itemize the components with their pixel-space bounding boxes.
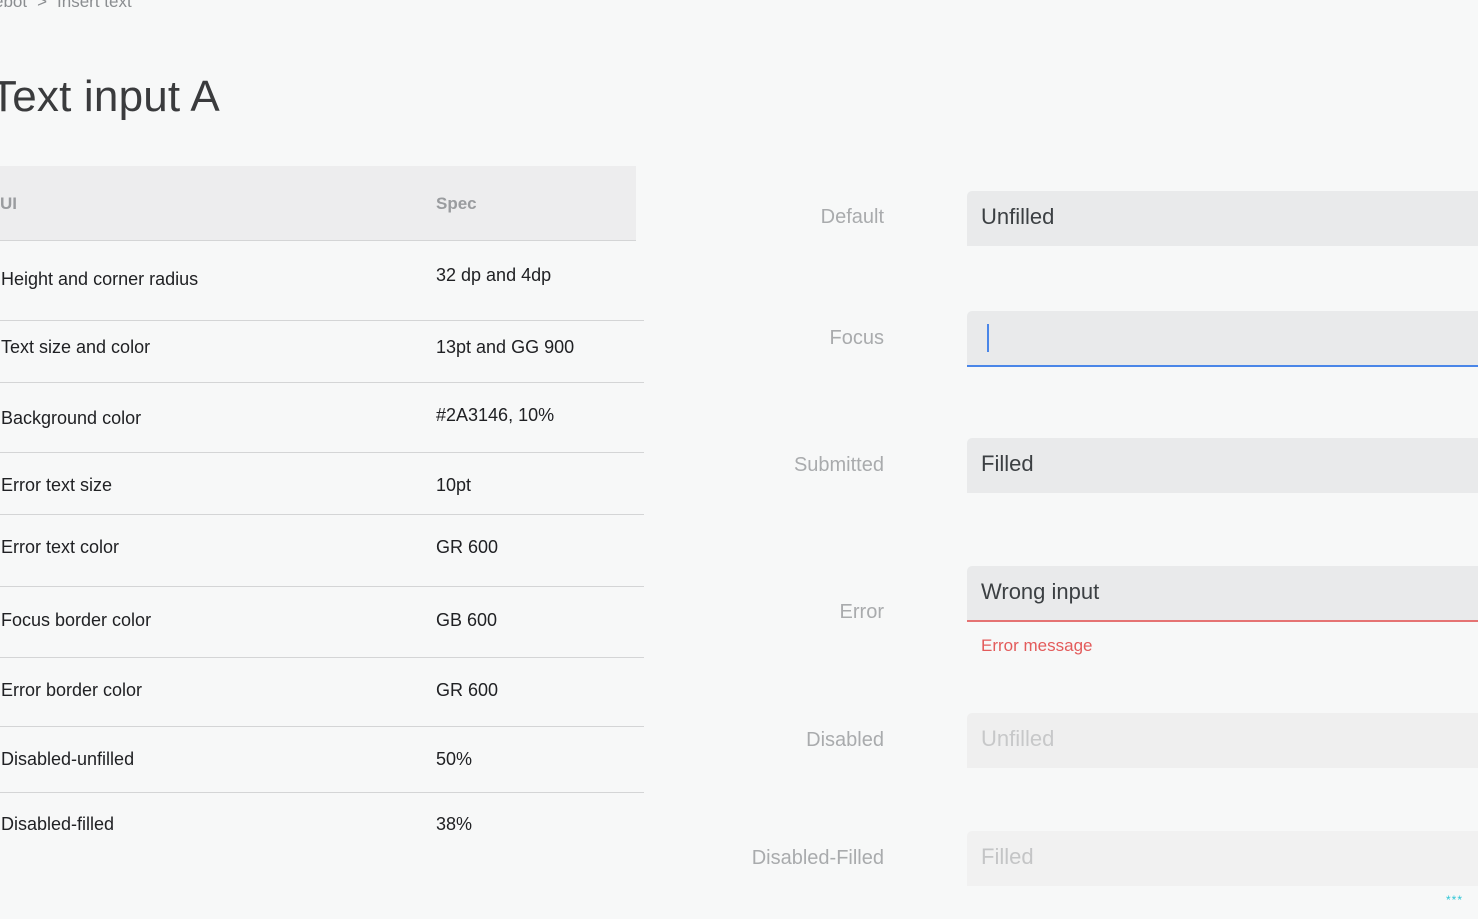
breadcrumb-current: Insert text <box>57 0 132 11</box>
row-spec-cell: 13pt and GG 900 <box>436 337 575 357</box>
row-ui-cell: Background color <box>1 408 142 428</box>
input-value: Filled <box>981 451 1034 476</box>
row-spec-cell: GB 600 <box>436 610 498 630</box>
spec-table: UI Spec Height and corner radius 32 dp a… <box>0 166 644 834</box>
table-row: Error text size 10pt <box>0 453 644 515</box>
page-title: Text input A <box>0 72 220 121</box>
state-label-submitted: Submitted <box>793 454 884 476</box>
state-label-disabled-filled: Disabled-Filled <box>751 847 884 869</box>
page: ebot > Insert text Text input A UI Spec He… <box>0 0 1478 919</box>
state-label-default: Default <box>820 206 884 228</box>
table-row: Disabled-unfilled 50% <box>0 727 644 793</box>
row-spec-cell: 50% <box>436 749 473 769</box>
table-row: Error text color GR 600 <box>0 515 644 587</box>
input-placeholder: Unfilled <box>981 204 1055 229</box>
table-row: Background color #2A3146, 10% <box>0 383 644 453</box>
state-label-error: Error <box>839 601 884 623</box>
row-ui-cell: Error text color <box>1 537 120 557</box>
row-spec-cell: GR 600 <box>436 680 499 700</box>
table-row: Height and corner radius 32 dp and 4dp <box>0 241 644 321</box>
table-row: Text size and color 13pt and GG 900 <box>0 321 644 383</box>
error-message: Error message <box>981 636 1093 655</box>
row-spec-cell: GR 600 <box>436 537 499 557</box>
breadcrumb-separator: > <box>37 0 48 11</box>
row-ui-cell: Text size and color <box>1 337 151 357</box>
row-ui-cell: Height and corner radius <box>1 269 199 289</box>
corner-indicator: *** <box>1446 893 1464 907</box>
row-spec-cell: 10pt <box>436 475 472 495</box>
input-value: Wrong input <box>981 579 1100 604</box>
row-spec-cell: 38% <box>436 814 473 834</box>
column-header-spec: Spec <box>436 194 477 213</box>
state-label-disabled: Disabled <box>806 729 884 751</box>
table-row: Error border color GR 600 <box>0 658 644 727</box>
row-ui-cell: Disabled-unfilled <box>1 749 135 769</box>
table-row: Disabled-filled 38% <box>0 793 644 873</box>
text-input-submitted[interactable]: Filled <box>967 438 1478 493</box>
text-input-default[interactable]: Unfilled <box>967 191 1478 246</box>
row-ui-cell: Disabled-filled <box>1 814 115 834</box>
row-ui-cell: Error text size <box>1 475 113 495</box>
text-input-disabled: Unfilled <box>967 713 1478 768</box>
state-label-focus: Focus <box>829 327 884 349</box>
row-ui-cell: Error border color <box>1 680 143 700</box>
breadcrumb: ebot > Insert text <box>0 0 132 12</box>
input-placeholder: Unfilled <box>981 726 1055 751</box>
row-spec-cell: 32 dp and 4dp <box>436 265 552 285</box>
text-input-error[interactable]: Wrong input <box>967 566 1478 622</box>
text-caret <box>987 324 989 352</box>
input-value: Filled <box>981 844 1034 869</box>
breadcrumb-parent[interactable]: ebot <box>0 0 27 11</box>
table-row: Focus border color GB 600 <box>0 587 644 658</box>
spec-table-header: UI Spec <box>0 166 636 241</box>
column-header-ui: UI <box>0 194 17 213</box>
row-spec-cell: #2A3146, 10% <box>436 405 555 425</box>
row-ui-cell: Focus border color <box>1 610 152 630</box>
text-input-focus[interactable] <box>967 311 1478 367</box>
text-input-disabled-filled: Filled <box>967 831 1478 886</box>
